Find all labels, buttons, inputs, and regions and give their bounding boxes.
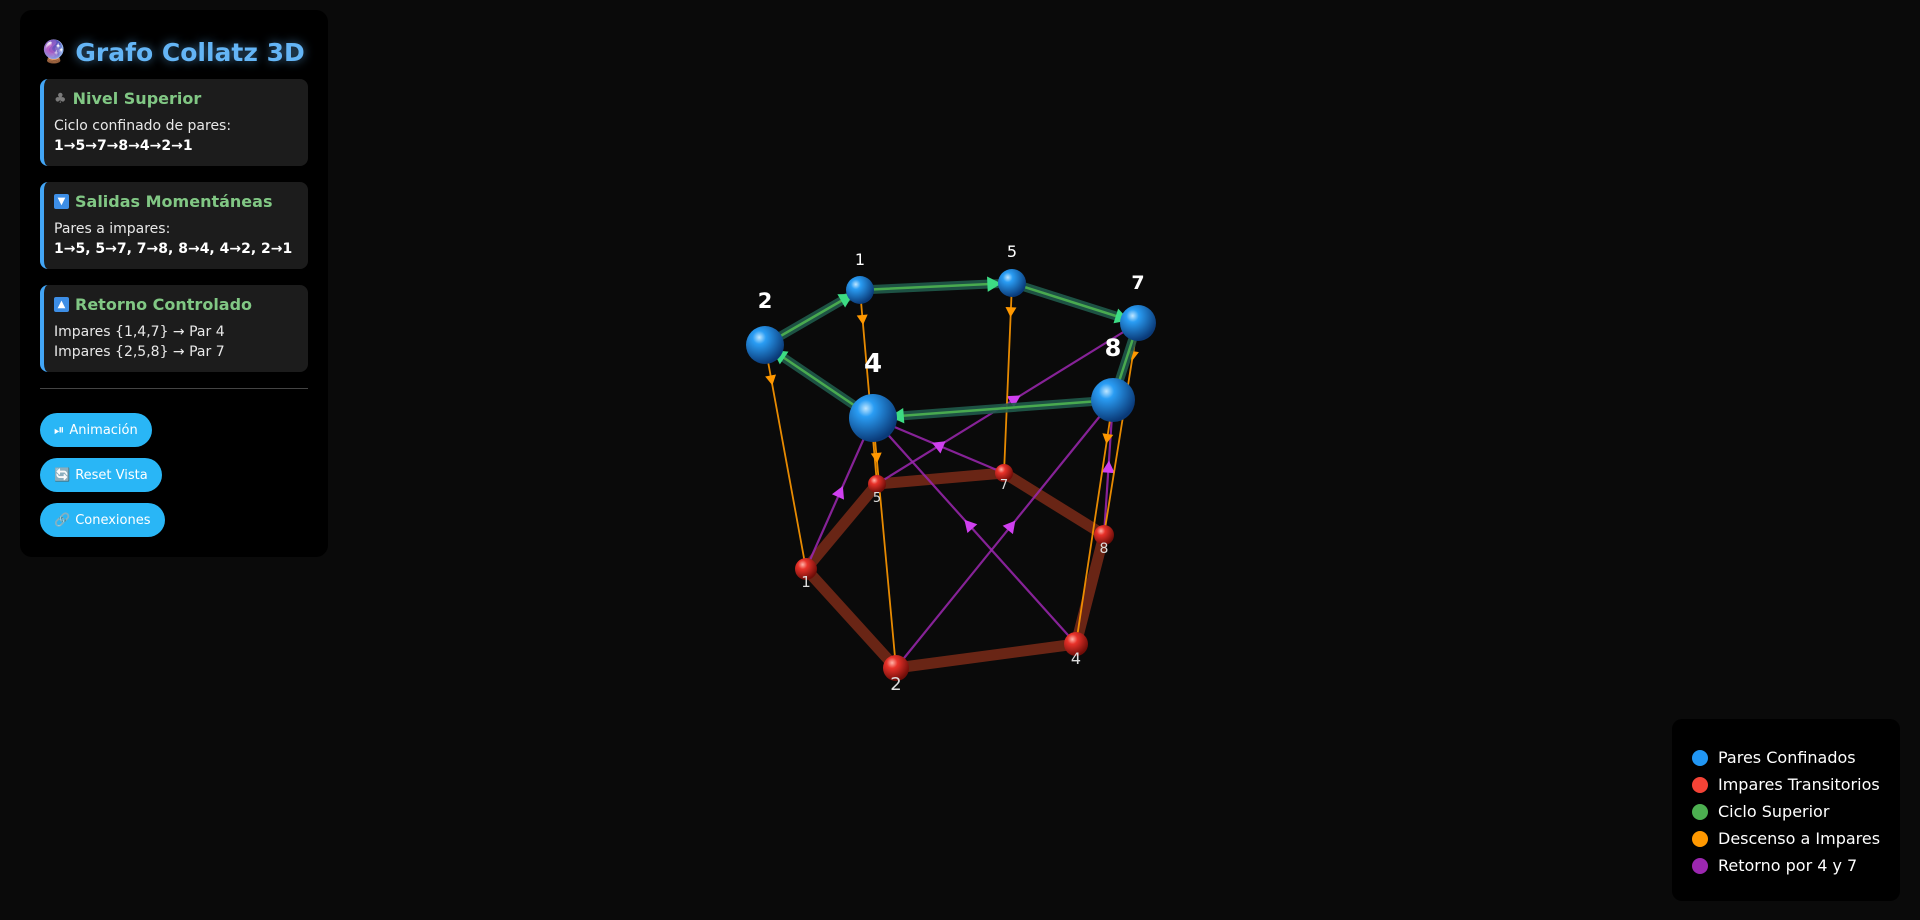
legend-swatch <box>1692 803 1708 820</box>
even-node-label: 5 <box>1007 242 1017 261</box>
legend: Pares Confinados Impares Transitorios Ci… <box>1672 719 1900 901</box>
even-node[interactable]: 5 <box>998 242 1026 297</box>
upper-ring-edge <box>871 398 1115 420</box>
lower-ring-edge <box>890 638 1082 674</box>
odd-node[interactable]: 4 <box>1064 632 1088 668</box>
legend-label: Impares Transitorios <box>1718 775 1880 794</box>
even-node-sphere[interactable] <box>846 276 874 304</box>
return-arrow <box>1002 520 1016 535</box>
lower-ring-edge <box>998 467 1110 541</box>
graph-3d-canvas[interactable]: 5 7 8 4 2 1 1 5 7 8 4 2 <box>0 0 1920 920</box>
descent-arrow <box>765 374 776 386</box>
legend-swatch <box>1692 857 1708 874</box>
legend-label: Descenso a Impares <box>1718 829 1881 848</box>
even-node-sphere[interactable] <box>1120 305 1156 341</box>
descent-arrow <box>856 314 868 325</box>
return-edge <box>871 416 1078 646</box>
odd-node-label: 4 <box>1071 649 1081 668</box>
legend-label: Pares Confinados <box>1718 748 1856 767</box>
legend-swatch <box>1692 776 1708 793</box>
legend-swatch <box>1692 749 1708 766</box>
legend-item: Descenso a Impares <box>1692 825 1900 852</box>
legend-swatch <box>1692 830 1708 847</box>
odd-node-label: 7 <box>1000 478 1008 493</box>
legend-item: Ciclo Superior <box>1692 798 1900 825</box>
even-node[interactable]: 4 <box>849 349 897 442</box>
legend-item: Impares Transitorios <box>1692 771 1900 798</box>
lower-ring-edge <box>871 467 1010 490</box>
even-node-sphere[interactable] <box>849 394 897 442</box>
legend-label: Ciclo Superior <box>1718 802 1830 821</box>
even-node-sphere[interactable] <box>1091 378 1135 422</box>
even-node[interactable]: 1 <box>846 250 874 304</box>
lower-ring-edge <box>800 563 902 674</box>
odd-node-label: 8 <box>1100 541 1109 557</box>
even-node-label: 2 <box>758 289 773 313</box>
even-node-label: 7 <box>1131 272 1144 294</box>
odd-node-label: 2 <box>890 674 901 695</box>
descent-arrow <box>1005 306 1017 318</box>
even-node-sphere[interactable] <box>998 269 1026 297</box>
legend-item: Retorno por 4 y 7 <box>1692 852 1900 879</box>
odd-node[interactable]: 2 <box>883 655 909 695</box>
odd-node[interactable]: 1 <box>795 558 817 591</box>
descent-arrow <box>870 452 882 463</box>
legend-label: Retorno por 4 y 7 <box>1718 856 1858 875</box>
even-node-sphere[interactable] <box>746 326 784 364</box>
descent-arrow <box>1102 433 1114 444</box>
even-node-label: 4 <box>864 349 882 379</box>
even-node-label: 8 <box>1105 334 1122 362</box>
odd-node-label: 5 <box>873 491 881 506</box>
even-node-label: 1 <box>855 250 865 269</box>
even-node[interactable]: 2 <box>746 289 784 364</box>
odd-node[interactable]: 7 <box>995 464 1013 493</box>
odd-node-label: 1 <box>801 573 811 591</box>
legend-item: Pares Confinados <box>1692 744 1900 771</box>
even-node[interactable]: 7 <box>1120 272 1156 341</box>
